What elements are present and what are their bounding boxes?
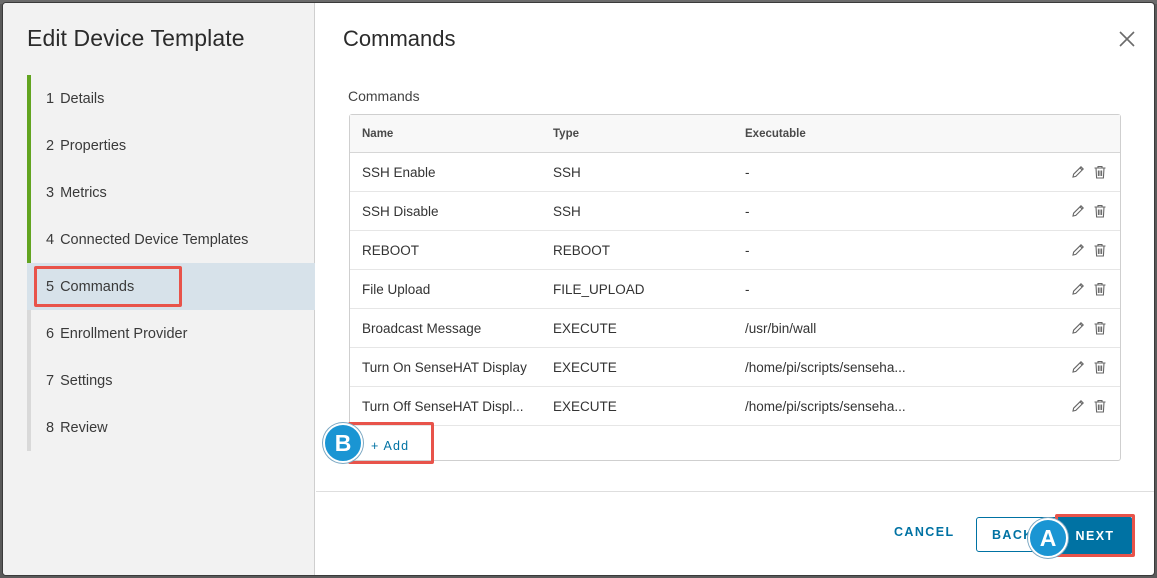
- cell-executable: /usr/bin/wall: [745, 320, 817, 336]
- cell-name: REBOOT: [362, 242, 420, 258]
- step-metrics[interactable]: 3 Metrics: [27, 169, 315, 216]
- column-header-type[interactable]: Type: [553, 128, 745, 140]
- commands-section-label: Commands: [348, 88, 420, 104]
- step-properties[interactable]: 2 Properties: [27, 122, 315, 169]
- trash-icon[interactable]: [1092, 203, 1108, 219]
- step-progress-bar: [27, 169, 31, 216]
- cell-name: File Upload: [362, 281, 431, 297]
- pencil-icon[interactable]: [1070, 281, 1086, 297]
- step-label: Commands: [60, 278, 135, 295]
- step-progress-bar: [27, 357, 31, 404]
- pencil-icon[interactable]: [1070, 203, 1086, 219]
- trash-icon[interactable]: [1092, 398, 1108, 414]
- callout-badge-b: B: [323, 423, 363, 463]
- step-progress-bar: [27, 263, 31, 310]
- cell-name: Turn Off SenseHAT Displ...: [362, 398, 524, 414]
- step-settings[interactable]: 7 Settings: [27, 357, 315, 404]
- trash-icon[interactable]: [1092, 281, 1108, 297]
- step-progress-bar: [27, 404, 31, 451]
- cell-type: EXECUTE: [553, 320, 617, 336]
- wizard-steps: 1 Details 2 Properties 3 Metrics 4 Conne…: [27, 75, 315, 451]
- step-enrollment-provider[interactable]: 6 Enrollment Provider: [27, 310, 315, 357]
- cell-name: SSH Disable: [362, 203, 439, 219]
- pencil-icon[interactable]: [1070, 398, 1086, 414]
- trash-icon[interactable]: [1092, 359, 1108, 375]
- trash-icon[interactable]: [1092, 242, 1108, 258]
- pencil-icon[interactable]: [1070, 242, 1086, 258]
- content-title: Commands: [343, 26, 456, 51]
- step-label: Settings: [60, 372, 113, 389]
- cell-executable: -: [745, 203, 750, 219]
- add-command-button[interactable]: + Add: [371, 439, 409, 453]
- trash-icon[interactable]: [1092, 164, 1108, 180]
- cell-type: REBOOT: [553, 242, 611, 258]
- grid-header: Name Type Executable: [350, 115, 1120, 153]
- edit-device-template-modal: Edit Device Template 1 Details 2 Propert…: [3, 3, 1154, 575]
- cancel-button[interactable]: CANCEL: [894, 525, 954, 539]
- cell-name: SSH Enable: [362, 164, 436, 180]
- step-connected-device-templates[interactable]: 4 Connected Device Templates: [27, 216, 315, 263]
- pencil-icon[interactable]: [1070, 320, 1086, 336]
- table-row: SSH Disable SSH -: [350, 192, 1120, 231]
- table-row: Turn On SenseHAT Display EXECUTE /home/p…: [350, 348, 1120, 387]
- table-row: REBOOT REBOOT -: [350, 231, 1120, 270]
- step-review[interactable]: 8 Review: [27, 404, 315, 451]
- step-label: Properties: [60, 137, 127, 154]
- step-label: Metrics: [60, 184, 107, 201]
- table-row: SSH Enable SSH -: [350, 153, 1120, 192]
- table-row: File Upload FILE_UPLOAD -: [350, 270, 1120, 309]
- close-icon[interactable]: [1118, 30, 1136, 48]
- step-label: Review: [60, 419, 108, 436]
- cell-type: EXECUTE: [553, 359, 617, 375]
- table-row: Broadcast Message EXECUTE /usr/bin/wall: [350, 309, 1120, 348]
- step-label: Enrollment Provider: [60, 325, 188, 342]
- column-header-executable[interactable]: Executable: [745, 128, 1055, 140]
- cell-type: SSH: [553, 203, 581, 219]
- pencil-icon[interactable]: [1070, 359, 1086, 375]
- pencil-icon[interactable]: [1070, 164, 1086, 180]
- step-progress-bar: [27, 310, 31, 357]
- cell-type: FILE_UPLOAD: [553, 281, 645, 297]
- cell-executable: -: [745, 242, 750, 258]
- step-label: Connected Device Templates: [60, 231, 249, 248]
- cell-name: Turn On SenseHAT Display: [362, 359, 527, 375]
- step-details[interactable]: 1 Details: [27, 75, 315, 122]
- commands-grid: Name Type Executable SSH Enable SSH - SS…: [349, 114, 1121, 461]
- cell-executable: /home/pi/scripts/senseha...: [745, 359, 906, 375]
- cell-type: EXECUTE: [553, 398, 617, 414]
- cell-executable: -: [745, 281, 750, 297]
- step-progress-bar: [27, 216, 31, 263]
- cell-name: Broadcast Message: [362, 320, 482, 336]
- cell-type: SSH: [553, 164, 581, 180]
- footer-divider: [316, 491, 1154, 492]
- content-panel: Commands Commands Name Type Executable S…: [316, 3, 1154, 575]
- trash-icon[interactable]: [1092, 320, 1108, 336]
- table-row: Turn Off SenseHAT Displ... EXECUTE /home…: [350, 387, 1120, 426]
- step-label: Details: [60, 90, 105, 107]
- next-button[interactable]: NEXT: [1058, 517, 1132, 554]
- cell-executable: -: [745, 164, 750, 180]
- step-progress-bar: [27, 122, 31, 169]
- step-commands[interactable]: 5 Commands: [27, 263, 315, 310]
- wizard-title: Edit Device Template: [27, 25, 245, 51]
- wizard-nav: Edit Device Template 1 Details 2 Propert…: [3, 3, 315, 575]
- step-progress-bar: [27, 75, 31, 122]
- cell-executable: /home/pi/scripts/senseha...: [745, 398, 906, 414]
- column-header-name[interactable]: Name: [350, 128, 553, 140]
- callout-badge-a: A: [1028, 518, 1068, 558]
